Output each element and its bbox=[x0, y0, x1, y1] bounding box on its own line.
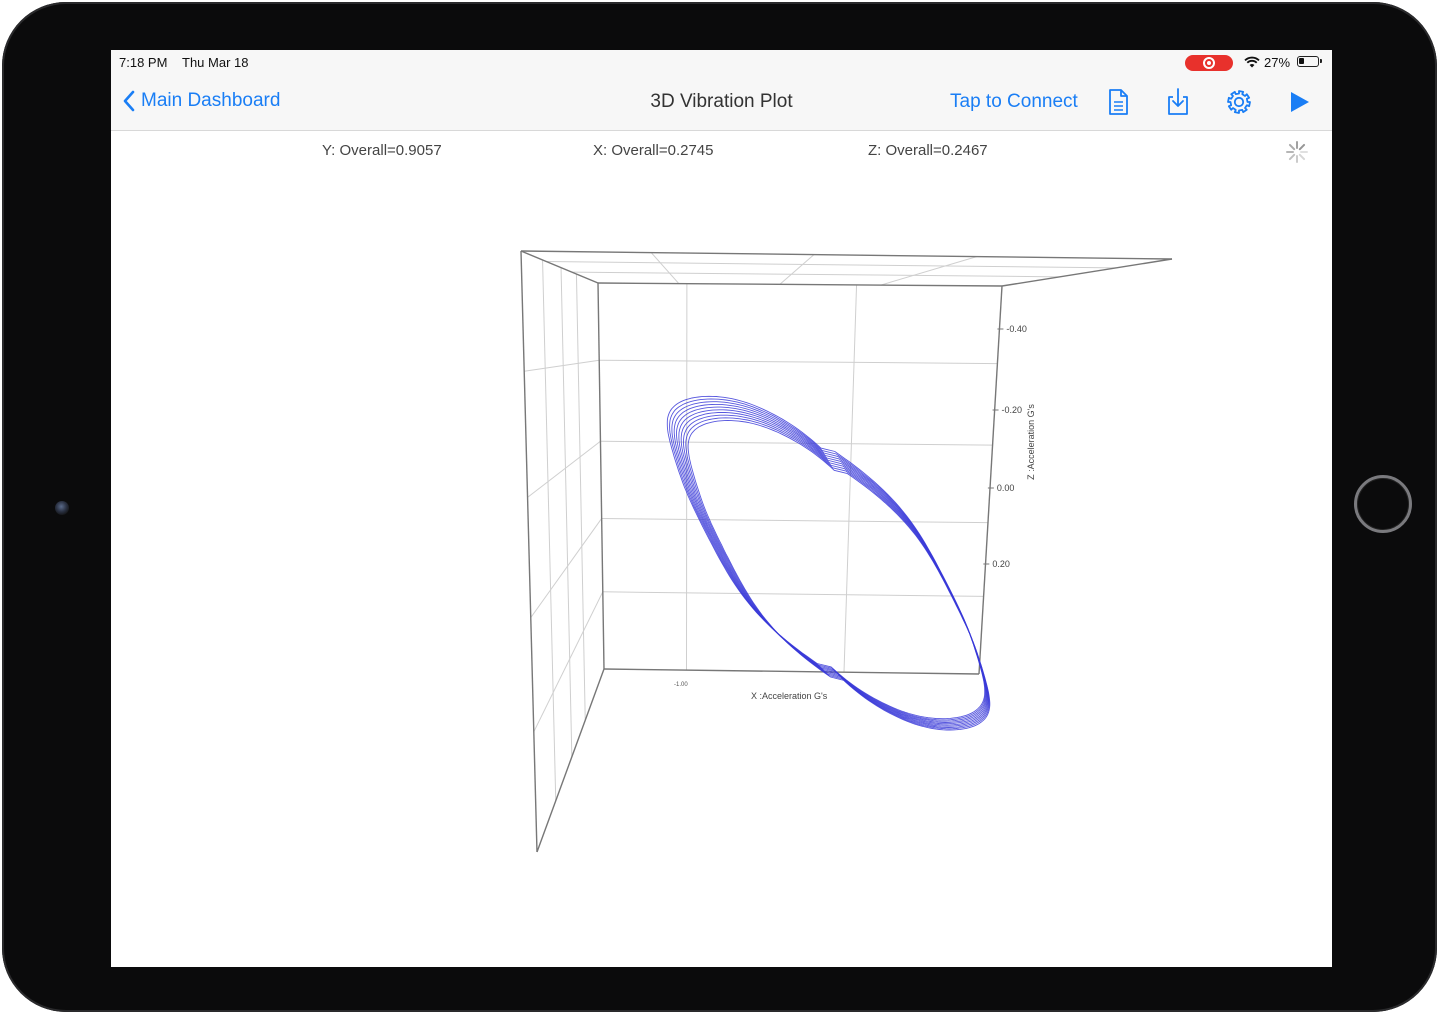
frame-edge bbox=[520, 250, 538, 853]
z-axis-label: Z :Acceleration G's bbox=[1026, 404, 1036, 480]
grid-line bbox=[601, 517, 988, 524]
x-tick-label: -1.00 bbox=[674, 682, 688, 688]
orbit-series bbox=[666, 395, 991, 731]
z-tick-label: 0.00 bbox=[997, 483, 1015, 493]
grid-line bbox=[571, 271, 1060, 278]
grid-line bbox=[524, 359, 600, 372]
frame-edge bbox=[597, 282, 605, 670]
app-screen: 7:18 PM Thu Mar 18 27% Main Dashboard 3D… bbox=[111, 50, 1332, 967]
grid-line bbox=[527, 440, 601, 498]
plot-grid bbox=[524, 252, 1116, 801]
frame-edge bbox=[1001, 258, 1173, 287]
frame-edge bbox=[520, 250, 1173, 260]
grid-line bbox=[546, 261, 1116, 269]
home-button[interactable] bbox=[1354, 475, 1412, 533]
z-tick-label: -0.20 bbox=[1002, 405, 1023, 415]
z-tick-label: 0.20 bbox=[992, 559, 1010, 569]
grid-line bbox=[542, 259, 557, 801]
frame-edge bbox=[978, 285, 1003, 675]
grid-line bbox=[560, 267, 573, 757]
z-tick-label: -0.40 bbox=[1006, 324, 1027, 334]
grid-line bbox=[880, 256, 977, 286]
frame-edge bbox=[597, 282, 1003, 287]
plot-frame bbox=[520, 250, 1173, 853]
grid-line bbox=[530, 518, 603, 618]
grid-line bbox=[602, 591, 984, 597]
grid-line bbox=[599, 359, 998, 365]
frame-edge bbox=[520, 250, 599, 284]
vibration-3d-plot[interactable]: -0.40 -0.20 0.00 0.20 Z :Acceleration G's -… bbox=[111, 50, 1332, 967]
ipad-device-frame: 7:18 PM Thu Mar 18 27% Main Dashboard 3D… bbox=[2, 2, 1437, 1012]
grid-line bbox=[575, 274, 586, 721]
x-axis: -1.00 bbox=[674, 682, 688, 688]
x-axis-label: X :Acceleration G's bbox=[751, 691, 828, 701]
frame-edge bbox=[603, 668, 980, 675]
front-camera bbox=[55, 501, 69, 515]
z-axis: -0.40 -0.20 0.00 0.20 bbox=[983, 324, 1027, 569]
grid-line bbox=[650, 252, 680, 284]
grid-line bbox=[779, 254, 815, 285]
